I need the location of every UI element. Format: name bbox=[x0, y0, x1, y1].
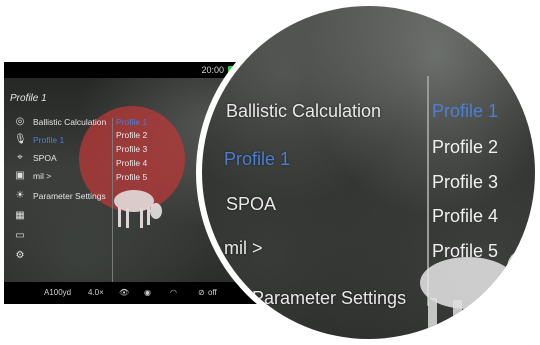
zoom-readout: 4.0× bbox=[88, 288, 104, 297]
wifi-status: off bbox=[208, 288, 217, 297]
target-icon[interactable]: ◎ bbox=[14, 116, 26, 128]
record-icon[interactable]: ◉ bbox=[144, 288, 151, 297]
mag-menu-parameters: Parameter Settings bbox=[252, 288, 407, 308]
wifi-off-icon[interactable]: ⊘ bbox=[198, 288, 205, 297]
monitor-icon[interactable]: ▣ bbox=[14, 170, 26, 182]
mag-profile-1: Profile 1 bbox=[432, 101, 499, 121]
menu-item-units[interactable]: mil > bbox=[33, 171, 51, 181]
clock: 20:00 bbox=[201, 65, 224, 75]
gear-icon[interactable]: ⚙ bbox=[14, 250, 26, 262]
wifi-icon[interactable]: ◠ bbox=[170, 288, 177, 297]
mag-profile-2: Profile 2 bbox=[432, 137, 499, 157]
mag-animal-silhouette bbox=[420, 250, 535, 339]
eye-icon[interactable]: 👁 bbox=[119, 288, 129, 297]
menu-item-ballistic[interactable]: Ballistic Calculation bbox=[33, 117, 106, 127]
mag-profile-3: Profile 3 bbox=[432, 172, 499, 192]
bottom-status-bar: A100yd 4.0× 👁 ◉ ◠ ⊘ off bbox=[4, 282, 258, 304]
mag-menu-profile: Profile 1 bbox=[224, 149, 291, 169]
grid-icon[interactable]: ▦ bbox=[14, 210, 26, 222]
profile-option-4[interactable]: Profile 4 bbox=[116, 158, 147, 168]
mag-menu-spoa: SPOA bbox=[226, 194, 277, 214]
profile-option-1[interactable]: Profile 1 bbox=[116, 117, 147, 127]
menu-item-profile[interactable]: Profile 1 bbox=[33, 135, 64, 145]
crosshair-icon[interactable]: ⌖ bbox=[14, 152, 26, 164]
menu-item-spoa[interactable]: SPOA bbox=[33, 153, 57, 163]
mag-menu-units: mil > bbox=[224, 238, 263, 258]
magnified-view: Ballistic Calculation Profile 1 SPOA mil… bbox=[202, 6, 535, 339]
mag-profile-4: Profile 4 bbox=[432, 206, 499, 226]
image-icon[interactable]: ▭ bbox=[14, 230, 26, 242]
profile-option-3[interactable]: Profile 3 bbox=[116, 144, 147, 154]
microphone-icon[interactable]: 🎙 bbox=[14, 134, 27, 146]
status-bar: 20:00 bbox=[4, 62, 258, 78]
brightness-icon[interactable]: ☀ bbox=[14, 190, 26, 202]
animal-silhouette bbox=[114, 190, 162, 228]
distance-readout: A100yd bbox=[44, 288, 72, 297]
menu-item-parameters[interactable]: Parameter Settings bbox=[33, 191, 106, 201]
page-title: Profile 1 bbox=[10, 93, 47, 104]
profile-option-2[interactable]: Profile 2 bbox=[116, 130, 147, 140]
mag-menu-ballistic: Ballistic Calculation bbox=[226, 101, 382, 121]
magnifier: Ballistic Calculation Profile 1 SPOA mil… bbox=[196, 0, 540, 345]
